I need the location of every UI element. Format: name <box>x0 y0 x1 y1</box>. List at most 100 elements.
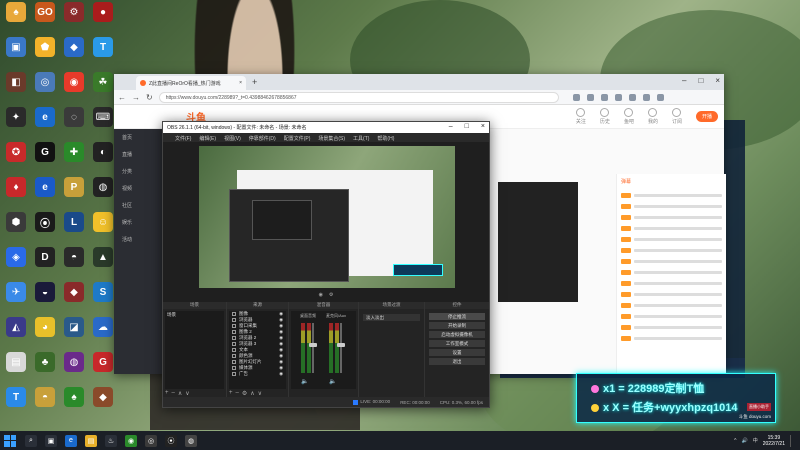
back-button[interactable]: ← <box>118 93 126 102</box>
add-scene-button[interactable]: + <box>165 390 169 397</box>
obs-control-button[interactable]: 退出 <box>429 358 485 365</box>
desktop-icon[interactable]: ☺ <box>89 212 117 233</box>
obs-menu-item[interactable]: 文件(F) <box>175 135 191 142</box>
desktop-icon[interactable]: GO <box>31 2 59 23</box>
obs-menu-item[interactable]: 工具(T) <box>353 135 369 142</box>
header-action-history[interactable]: 历史 <box>600 108 610 125</box>
desktop-icon[interactable]: ◌ <box>60 107 88 128</box>
obs-menu-item[interactable]: 编辑(E) <box>199 135 216 142</box>
desktop-icon[interactable]: ✚ <box>60 142 88 163</box>
clock[interactable]: 15:39 2022/7/21 <box>763 435 785 447</box>
desktop-icon[interactable]: ⬟ <box>31 37 59 58</box>
start-stream-button[interactable]: 开播 <box>695 111 718 122</box>
source-visibility-checkbox[interactable] <box>232 366 236 370</box>
desktop-icon[interactable]: ✈ <box>2 282 30 303</box>
desktop-icon[interactable]: ◆ <box>60 282 88 303</box>
obs-control-button[interactable]: 启动虚拟摄像机 <box>429 331 485 338</box>
desktop-icon[interactable]: ◓ <box>60 247 88 268</box>
record-icon[interactable]: ◉ <box>319 292 323 300</box>
start-button[interactable] <box>4 434 16 447</box>
desktop-icon[interactable]: ● <box>89 2 117 23</box>
source-visibility-checkbox[interactable] <box>232 336 236 340</box>
desktop-icon[interactable]: G <box>89 352 117 373</box>
site-nav-item[interactable]: 分类 <box>114 163 164 180</box>
move-down-icon[interactable]: ∨ <box>185 390 189 397</box>
desktop-icon[interactable]: ▣ <box>2 37 30 58</box>
input-method-icon[interactable]: 中 <box>753 437 758 444</box>
move-down-icon[interactable]: ∨ <box>258 390 262 397</box>
desktop-icon[interactable]: ▤ <box>2 352 30 373</box>
desktop-icon[interactable]: ◭ <box>2 317 30 338</box>
taskbar-app-icon[interactable]: e <box>65 434 77 447</box>
extension-icon[interactable] <box>572 93 580 101</box>
obs-close-button[interactable]: × <box>481 123 485 130</box>
move-up-icon[interactable]: ∧ <box>178 390 182 397</box>
taskbar-app-icon[interactable]: ⦿ <box>165 434 177 447</box>
source-visibility-checkbox[interactable] <box>232 342 236 346</box>
remove-source-button[interactable]: – <box>236 390 239 397</box>
taskbar-app-icon[interactable]: ◍ <box>185 434 197 447</box>
extension-icon[interactable] <box>614 93 622 101</box>
desktop-icon[interactable]: e <box>31 177 59 198</box>
stream-video[interactable] <box>498 182 578 302</box>
obs-preview[interactable] <box>199 146 455 288</box>
extension-icon[interactable] <box>628 93 636 101</box>
desktop-icon[interactable]: ⬢ <box>2 212 30 233</box>
tray-expand-icon[interactable]: ^ <box>734 438 736 444</box>
desktop-icon[interactable]: ◈ <box>2 247 30 268</box>
desktop-icon[interactable]: ◪ <box>60 317 88 338</box>
tab-close-icon[interactable]: × <box>239 80 242 86</box>
forward-button[interactable]: → <box>132 93 140 102</box>
source-settings-icon[interactable]: ⚙ <box>242 390 247 397</box>
desktop-icon[interactable]: ⚙ <box>60 2 88 23</box>
desktop-icon[interactable]: G <box>31 142 59 163</box>
taskbar-app-icon[interactable]: ◎ <box>145 434 157 447</box>
volume-fader[interactable] <box>312 323 314 373</box>
taskbar-app-icon[interactable]: ⌕ <box>25 434 37 447</box>
desktop-icon[interactable]: ◆ <box>89 387 117 408</box>
move-up-icon[interactable]: ∧ <box>250 390 254 397</box>
new-tab-button[interactable]: + <box>252 77 257 87</box>
desktop-icon[interactable]: ✦ <box>2 107 30 128</box>
desktop-icon[interactable]: L <box>60 212 88 233</box>
desktop-icon[interactable]: e <box>31 107 59 128</box>
site-nav-item[interactable]: 视频 <box>114 180 164 197</box>
scene-item[interactable]: 场景 <box>165 311 224 319</box>
desktop-icon[interactable]: T <box>89 37 117 58</box>
obs-control-button[interactable]: 开始录制 <box>429 322 485 329</box>
site-nav-item[interactable]: 社区 <box>114 197 164 214</box>
minimize-button[interactable]: – <box>682 76 686 85</box>
obs-menu-item[interactable]: 视图(V) <box>224 135 241 142</box>
site-nav-item[interactable]: 娱乐 <box>114 214 164 231</box>
desktop-icon[interactable]: ◐ <box>89 142 117 163</box>
source-visibility-checkbox[interactable] <box>232 318 236 322</box>
obs-control-button[interactable]: 工作室模式 <box>429 340 485 347</box>
site-nav-item[interactable]: 直播 <box>114 146 164 163</box>
desktop-icon[interactable]: P <box>60 177 88 198</box>
url-input[interactable]: https://www.douyu.com/228989?_t=0.439884… <box>158 91 559 103</box>
desktop-icon[interactable]: ⦿ <box>31 212 59 233</box>
desktop-icon[interactable]: ◉ <box>60 72 88 93</box>
header-action-follow[interactable]: 关注 <box>576 108 586 125</box>
obs-menu-item[interactable]: 场景集合(S) <box>318 135 345 142</box>
desktop-icon[interactable]: ♠ <box>60 387 88 408</box>
desktop-icon[interactable]: ▲ <box>89 247 117 268</box>
volume-fader-knob[interactable] <box>309 343 317 347</box>
refresh-button[interactable]: ↻ <box>146 93 153 102</box>
obs-minimize-button[interactable]: – <box>449 123 453 130</box>
source-visibility-checkbox[interactable] <box>232 372 236 376</box>
eye-icon[interactable]: ◉ <box>279 371 283 377</box>
header-action-subscribe[interactable]: 订阅 <box>672 108 682 125</box>
header-action-mine[interactable]: 我的 <box>648 108 658 125</box>
desktop-icon[interactable]: ♦ <box>2 177 30 198</box>
sources-list[interactable]: 图像 ◉ 浏览器 ◉ 窗口采集 ◉ 图像 2 ◉ 浏览器 2 ◉ 浏览器 3 ◉ 文本 ◉ 颜色源 ◉ 图片幻灯… <box>229 311 286 389</box>
obs-maximize-button[interactable]: □ <box>465 123 469 130</box>
source-visibility-checkbox[interactable] <box>232 324 236 328</box>
desktop-icon[interactable]: ♣ <box>31 352 59 373</box>
obs-control-button[interactable]: 停止推流 <box>429 313 485 320</box>
source-visibility-checkbox[interactable] <box>232 360 236 364</box>
desktop-icon[interactable]: ☘ <box>89 72 117 93</box>
gear-icon[interactable]: ⚙ <box>329 292 333 300</box>
mute-speaker-icon[interactable]: 🔈 <box>301 378 308 385</box>
desktop-icon[interactable]: ✪ <box>2 142 30 163</box>
